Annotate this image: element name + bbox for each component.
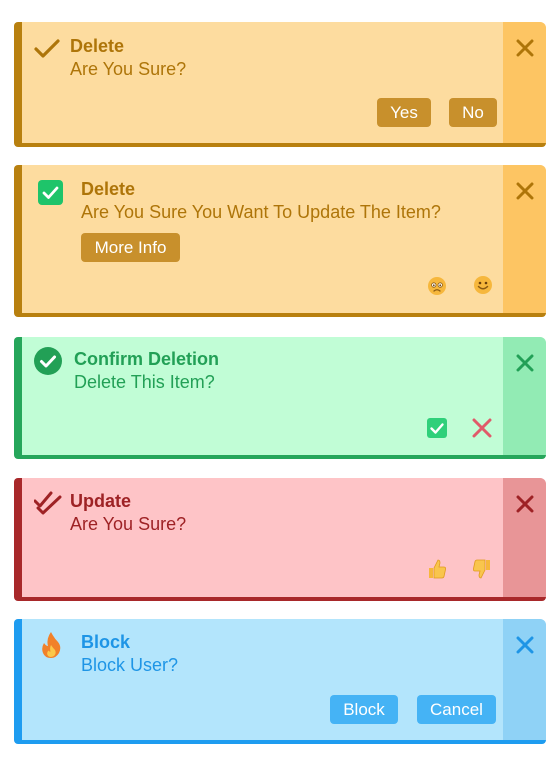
double-check-icon — [33, 490, 62, 521]
close-panel — [503, 22, 546, 143]
block-user-card: Block Block User? Block Cancel — [14, 619, 546, 744]
close-icon[interactable] — [512, 350, 538, 376]
thumbs-up-icon[interactable] — [427, 558, 447, 585]
thumbs-down-icon[interactable] — [472, 558, 492, 585]
update-confirm-card: Delete Are You Sure You Want To Update T… — [14, 165, 546, 317]
close-panel — [503, 619, 546, 740]
close-icon[interactable] — [512, 35, 538, 61]
card-title: Block — [81, 632, 131, 652]
cross-cancel-icon[interactable] — [472, 418, 492, 443]
cancel-button[interactable]: Cancel — [417, 695, 496, 724]
smiley-face-icon[interactable] — [473, 275, 493, 300]
fire-icon — [40, 631, 62, 664]
card-message: Delete This Item? — [74, 372, 215, 392]
confirm-deletion-card: Confirm Deletion Delete This Item? — [14, 337, 546, 459]
card-message: Are You Sure? — [70, 514, 187, 534]
block-button[interactable]: Block — [330, 695, 398, 724]
close-panel — [503, 337, 546, 455]
close-icon[interactable] — [512, 178, 538, 204]
card-title: Update — [70, 491, 132, 511]
close-icon[interactable] — [512, 632, 538, 658]
delete-confirm-card: Delete Are You Sure? Yes No — [14, 22, 546, 147]
more-info-button[interactable]: More Info — [81, 233, 180, 262]
sad-face-icon[interactable] — [427, 276, 447, 301]
card-message: Block User? — [81, 655, 179, 675]
card-message: Are You Sure? — [70, 59, 187, 79]
update-card: Update Are You Sure? — [14, 478, 546, 601]
yes-button[interactable]: Yes — [377, 98, 431, 127]
check-circle-icon — [34, 347, 62, 380]
close-icon[interactable] — [512, 491, 538, 517]
checkbox-confirm-icon[interactable] — [427, 418, 447, 443]
card-title: Confirm Deletion — [74, 349, 220, 369]
no-button[interactable]: No — [449, 98, 497, 127]
card-title: Delete — [70, 36, 125, 56]
checkbox-checked-icon — [38, 180, 63, 210]
checkmark-icon — [34, 38, 60, 65]
card-title: Delete — [81, 179, 136, 199]
card-message: Are You Sure You Want To Update The Item… — [81, 202, 441, 222]
close-panel — [503, 165, 546, 313]
close-panel — [503, 478, 546, 597]
